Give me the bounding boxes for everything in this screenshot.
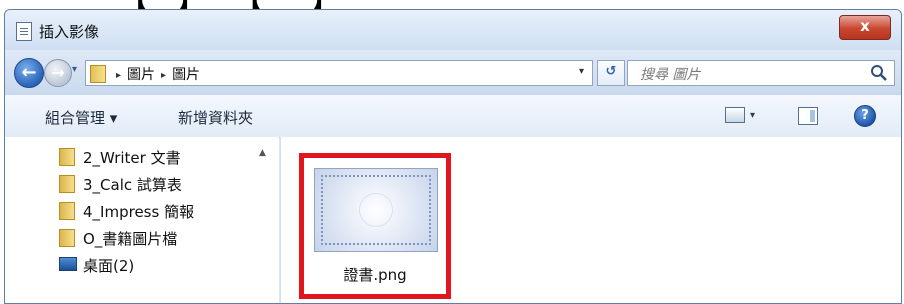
breadcrumb-item-pictures-root[interactable]: 圖片 [127, 67, 155, 83]
recent-pages-button[interactable]: ▾ [72, 64, 77, 75]
preview-pane-icon[interactable] [798, 107, 818, 125]
folder-icon [59, 175, 75, 193]
sidebar-item-label: 4_Impress 簡報 [83, 203, 195, 221]
sidebar-item-label: 3_Calc 試算表 [83, 176, 182, 194]
address-bar[interactable]: ▸ 圖片 ▸ 圖片 ▾ [85, 60, 593, 86]
folder-icon [59, 148, 75, 166]
navigation-bar: ← → ▾ ▸ 圖片 ▸ 圖片 ▾ ↺ 搜尋 圖片 [5, 50, 901, 94]
close-button[interactable]: x [839, 15, 891, 40]
window-title: 插入影像 [39, 23, 100, 41]
document-icon [16, 22, 32, 41]
help-icon[interactable]: ? [854, 105, 876, 127]
folder-icon [90, 65, 106, 83]
insert-image-dialog: 插入影像 x ← → ▾ ▸ 圖片 ▸ 圖片 ▾ ↺ 搜尋 圖片 組合管理 ▾ 新增資… [4, 9, 902, 304]
sidebar-item-label: 2_Writer 文書 [83, 149, 181, 167]
chevron-right-icon: ▸ [161, 70, 167, 81]
command-toolbar: 組合管理 ▾ 新增資料夾 ▾ ? [5, 94, 901, 138]
refresh-button[interactable]: ↺ [597, 60, 625, 86]
file-item-certificate[interactable]: 證書.png [299, 153, 451, 299]
folder-icon [59, 202, 75, 220]
address-dropdown-button[interactable]: ▾ [579, 66, 584, 77]
sidebar-item-label: O_書籍圖片檔 [83, 230, 178, 248]
new-folder-button[interactable]: 新增資料夾 [178, 107, 253, 128]
desktop-icon [59, 257, 77, 271]
back-button[interactable]: ← [14, 58, 44, 88]
breadcrumb-item-pictures[interactable]: 圖片 [172, 67, 200, 83]
navigation-pane: 2_Writer 文書 3_Calc 試算表 4_Impress 簡報 O_書籍… [5, 137, 279, 303]
view-dropdown-button[interactable]: ▾ [750, 110, 755, 121]
organize-button[interactable]: 組合管理 ▾ [45, 107, 117, 128]
title-bar: 插入影像 x [5, 10, 901, 50]
file-name: 證書.png [343, 266, 407, 284]
sidebar-item-label: 桌面(2) [83, 257, 135, 275]
view-icon[interactable] [725, 107, 745, 123]
breadcrumb: ▸ 圖片 ▸ 圖片 [110, 64, 200, 84]
search-icon[interactable] [870, 64, 888, 82]
folder-icon [59, 229, 75, 247]
search-input[interactable]: 搜尋 圖片 [627, 60, 895, 86]
search-placeholder: 搜尋 圖片 [640, 67, 701, 83]
scroll-up-button[interactable]: ▲ [259, 148, 266, 158]
file-list: 證書.png [281, 137, 901, 303]
chevron-right-icon: ▸ [116, 70, 122, 81]
forward-button[interactable]: → [44, 59, 72, 87]
image-thumbnail [314, 168, 438, 252]
